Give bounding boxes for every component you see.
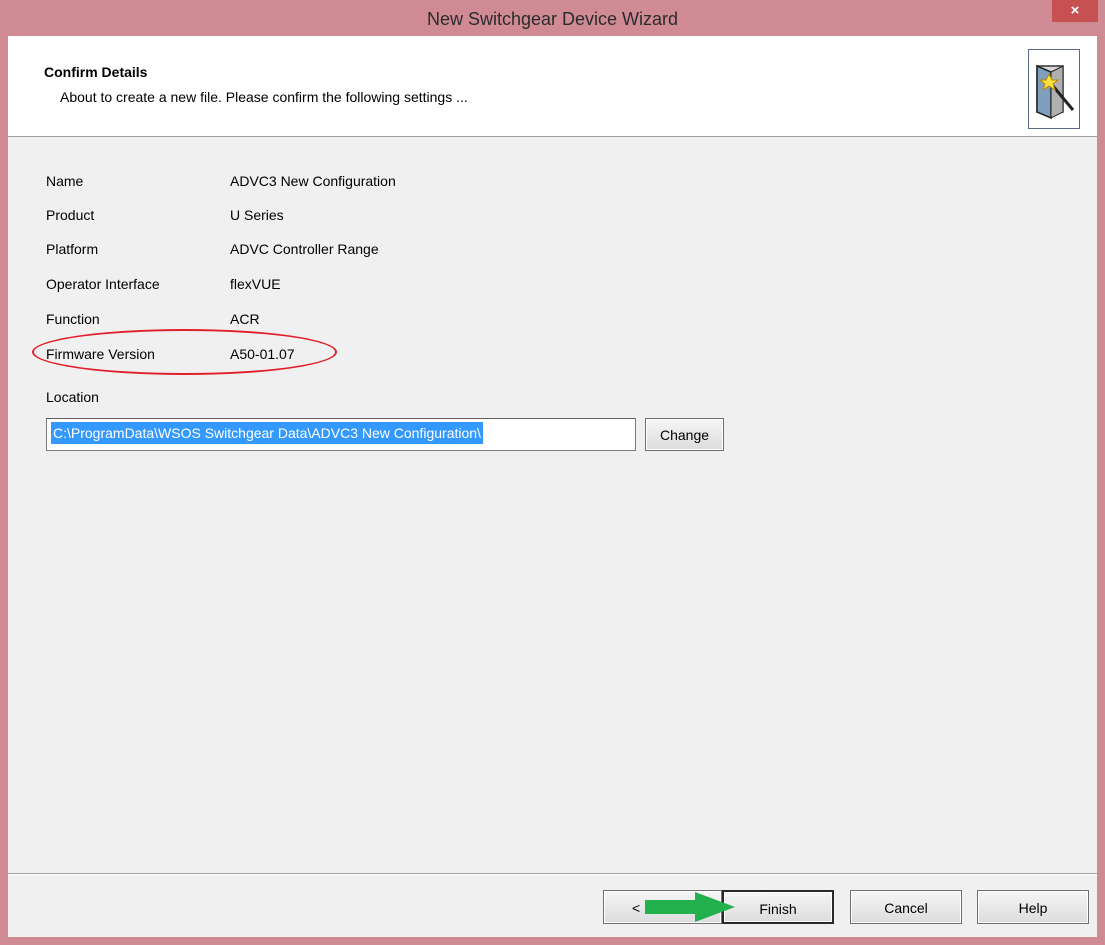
change-button[interactable]: Change xyxy=(645,418,724,451)
help-button[interactable]: Help xyxy=(977,890,1089,924)
platform-label: Platform xyxy=(46,241,99,257)
footer-divider xyxy=(8,873,1097,875)
wizard-icon xyxy=(1028,49,1080,129)
page-subtitle: About to create a new file. Please confi… xyxy=(60,89,468,105)
green-arrow-icon xyxy=(645,892,735,922)
product-label: Product xyxy=(46,207,95,223)
window-title: New Switchgear Device Wizard xyxy=(426,9,679,29)
highlight-annotation xyxy=(32,329,337,375)
page-title: Confirm Details xyxy=(44,64,148,80)
cancel-button[interactable]: Cancel xyxy=(850,890,962,924)
product-value: U Series xyxy=(230,207,284,223)
operator-interface-label: Operator Interface xyxy=(46,276,160,292)
location-value: C:\ProgramData\WSOS Switchgear Data\ADVC… xyxy=(51,422,483,444)
function-label: Function xyxy=(46,311,100,327)
title-bar[interactable]: New Switchgear Device Wizard × xyxy=(0,0,1105,36)
operator-interface-value: flexVUE xyxy=(230,276,281,292)
wizard-header: Confirm Details About to create a new fi… xyxy=(8,36,1097,137)
finish-button[interactable]: Finish xyxy=(722,890,834,924)
name-label: Name xyxy=(46,173,84,189)
close-button[interactable]: × xyxy=(1052,0,1098,22)
name-value: ADVC3 New Configuration xyxy=(230,173,396,189)
location-label: Location xyxy=(46,389,99,405)
wizard-window: New Switchgear Device Wizard × Confirm D… xyxy=(0,0,1105,945)
function-value: ACR xyxy=(230,311,260,327)
location-input[interactable]: C:\ProgramData\WSOS Switchgear Data\ADVC… xyxy=(46,418,636,451)
platform-value: ADVC Controller Range xyxy=(230,241,379,257)
